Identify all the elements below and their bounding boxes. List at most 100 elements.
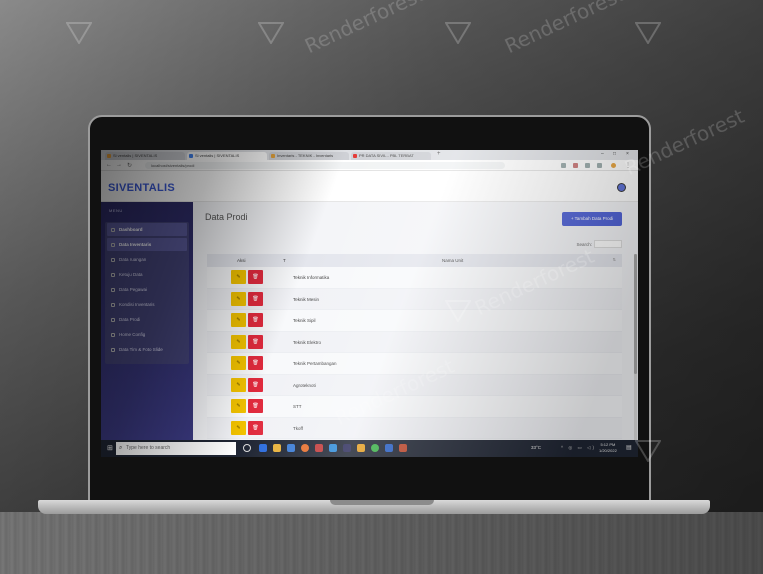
cell-nama-unit: STT [293,404,302,409]
users-icon [111,287,115,292]
app-icon[interactable] [315,444,323,452]
data-icon [111,272,115,277]
task-view-icon[interactable] [243,444,251,452]
new-tab-icon[interactable]: + [437,151,441,157]
close-icon[interactable]: × [626,151,629,157]
table-row: ✎ 🗑 Tkoff [207,417,622,439]
header-aksi[interactable]: Aksi [237,258,246,263]
edit-button[interactable]: ✎ [231,420,246,435]
scrollbar-thumb[interactable] [634,254,637,374]
browser-tabbar: Si ventalis | SIVENTALIS Si ventalis | S… [101,150,638,160]
tab-favicon-icon [353,154,357,158]
delete-button[interactable]: 🗑 [248,291,263,306]
sidebar-item-data-pegawai[interactable]: Data Pegawai [107,283,187,296]
sidebar-item-kondisi-inventaris[interactable]: Kondisi Inventaris [107,298,187,311]
cell-nama-unit: Teknik Informatika [293,275,330,280]
delete-button[interactable]: 🗑 [248,270,263,284]
table-row: ✎ 🗑 Teknik Elektro [207,331,622,353]
delete-button[interactable]: 🗑 [248,313,263,327]
edit-button[interactable]: ✎ [231,270,246,284]
reload-icon[interactable]: ↻ [127,162,132,169]
extension-icon[interactable] [597,163,602,168]
app-icon[interactable] [357,444,365,452]
premiere-icon[interactable] [343,444,351,452]
extension-icon[interactable] [561,163,566,168]
system-tray-icons[interactable]: ^ ◎ ▭ ◁) [561,445,596,451]
chrome-icon[interactable] [371,444,379,452]
edit-button[interactable]: ✎ [231,377,246,392]
page-scrollbar[interactable] [634,254,637,454]
sidebar-item-dashboard[interactable]: Dashboard [107,223,187,236]
windows-taskbar: ⊞ ⌕ Type here to search 33°C ^ ◎ ▭ ◁) 5:… [101,440,638,457]
edit-button[interactable]: ✎ [231,356,246,370]
weather-temperature[interactable]: 33°C [531,445,541,450]
sidebar-item-home-config[interactable]: Home Config [107,328,187,341]
extension-icon[interactable] [573,163,578,168]
sidebar-item-data-inventaris[interactable]: Data Inventaris [107,238,187,251]
cell-nama-unit: Teknik Mesin [293,296,320,302]
page-title: Data Prodi [205,212,248,222]
tab-label: Inventaris - TEKNIK - Inventaris [277,153,334,158]
taskbar-search-field[interactable]: ⌕ Type here to search [116,442,236,455]
browser-tab[interactable]: Inventaris - TEKNIK - Inventaris [269,152,349,160]
tab-favicon-icon [189,154,193,158]
browser-tab-active[interactable]: Si ventalis | SIVENTALIS [187,152,267,160]
tab-label: Si ventalis | SIVENTALIS [195,153,240,158]
vscode-icon[interactable] [329,444,337,452]
app-header: SIVENTALIS [101,171,638,202]
room-icon [111,257,115,262]
laptop-notch [330,500,434,505]
minimize-icon[interactable]: – [601,151,604,157]
edit-button[interactable]: ✎ [231,334,246,349]
sidebar-item-data-ruangan[interactable]: Data ruangan [107,253,187,266]
menu-title: MENU [109,208,123,213]
delete-button[interactable]: 🗑 [248,356,263,370]
back-icon[interactable]: ← [106,162,112,168]
sidebar-item-data-prodi[interactable]: Data Prodi [107,313,187,326]
edge-icon[interactable] [259,444,267,452]
delete-button[interactable]: 🗑 [248,420,263,435]
clock-date: 1/20/2022 [599,448,617,453]
header-nama-unit[interactable]: Nama Unit [442,258,463,263]
edit-button[interactable]: ✎ [231,399,246,413]
edit-button[interactable]: ✎ [231,313,246,327]
tab-favicon-icon [107,154,111,158]
sort-icon[interactable]: ⇅ [613,257,616,262]
search-input[interactable] [594,240,622,248]
user-avatar[interactable] [617,183,626,192]
file-explorer-icon[interactable] [273,444,281,452]
delete-button[interactable]: 🗑 [248,377,263,392]
more-icon[interactable]: ⋮ [625,162,631,169]
sidebar-item-label: Dashboard [119,227,143,232]
delete-button[interactable]: 🗑 [248,334,263,349]
brand-logo[interactable]: SIVENTALIS [108,182,175,194]
extension-icon[interactable] [585,163,590,168]
url-field[interactable]: localhost/siventalis/prodi [145,162,505,169]
cell-nama-unit: Tkoff [293,425,303,431]
prodi-table: Aksi T Nama Unit ⇅ ✎ 🗑 Teknik Informatik… [207,254,622,439]
store-icon[interactable] [287,444,295,452]
profile-icon[interactable] [611,163,616,168]
condition-icon [111,302,115,307]
word-icon[interactable] [385,444,393,452]
notification-icon[interactable]: ▤ [626,444,632,451]
firefox-icon[interactable] [301,444,309,452]
search-icon: ⌕ [119,445,123,451]
table-row: ✎ 🗑 Teknik Pertambangan [207,353,622,375]
edit-button[interactable]: ✎ [231,291,246,306]
add-prodi-button[interactable]: + Tambah Data Prodi [562,212,622,226]
sidebar-item-data-tim-foto-slide[interactable]: Data Tim & Foto Slide [107,343,187,356]
sidebar-item-ketuju-data[interactable]: Ketuju Data [107,268,187,281]
browser-tab[interactable]: PR DATA SIVIL - PBL TERBAT [351,152,431,160]
taskbar-clock[interactable]: 5:12 PM 1/20/2022 [599,442,617,454]
header-t[interactable]: T [283,258,286,263]
search-label: Search: [576,242,592,247]
sidebar-item-label: Data Tim & Foto Slide [119,347,163,352]
maximize-icon[interactable]: □ [613,151,616,157]
forward-icon[interactable]: → [116,162,122,168]
browser-tab[interactable]: Si ventalis | SIVENTALIS [105,152,185,160]
table-body: ✎ 🗑 Teknik Informatika ✎ 🗑 Teknik Mesin … [207,267,622,439]
app-icon[interactable] [399,444,407,452]
windows-start-icon[interactable]: ⊞ [107,445,113,452]
delete-button[interactable]: 🗑 [248,399,263,413]
